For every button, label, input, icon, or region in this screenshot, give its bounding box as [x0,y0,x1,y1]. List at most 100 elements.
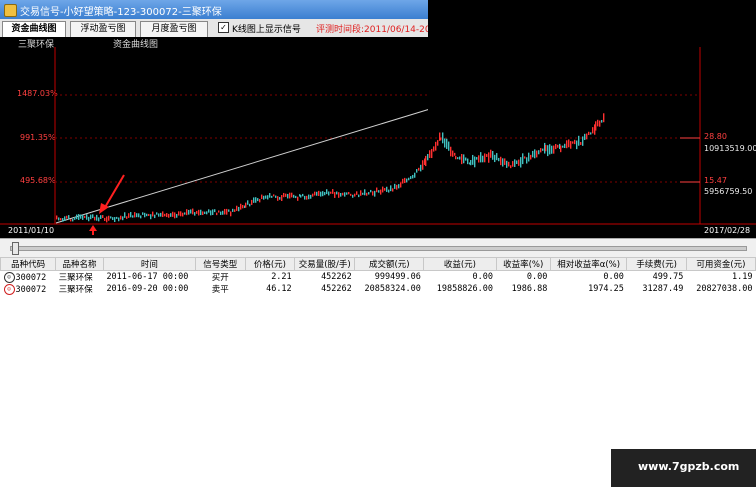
cell-cash: 20827038.00 [696,284,753,294]
candle [496,153,498,161]
col-header[interactable]: 收益(元) [423,257,497,271]
candle [176,213,178,218]
col-header[interactable]: 手续费(元) [626,257,687,271]
candle [422,160,424,170]
candle [420,164,422,172]
candle [484,153,486,163]
cell-alpha: 0.00 [603,272,624,282]
horizontal-scrollbar[interactable] [0,238,756,257]
candle [150,214,152,220]
candle [551,145,553,154]
col-header[interactable]: 成交额(元) [354,257,425,271]
cell-price: 46.12 [266,284,292,294]
candle [592,127,594,134]
candle [164,213,166,217]
col-header[interactable]: 价格(元) [244,257,296,271]
candle [455,156,457,160]
candle [370,189,372,193]
candle [332,189,334,194]
candle [304,195,306,200]
candle [162,211,164,218]
candle [590,132,592,135]
candle [490,149,492,158]
candle [130,211,132,218]
candle [267,195,269,200]
col-header[interactable]: 相对收益率α(%) [549,257,628,271]
candle [251,199,253,205]
candle [132,215,134,218]
candle [188,209,190,215]
candle [300,195,302,198]
candle [240,203,242,210]
candle [96,214,98,221]
col-header[interactable]: 品种代码 [0,257,57,271]
col-header[interactable]: 交易量(股/手) [294,257,356,271]
candle [467,158,469,165]
candle [402,178,404,184]
tab-monthly-pnl[interactable]: 月度盈亏图 [140,21,208,37]
candle [92,214,94,219]
candle [320,191,322,197]
candle [549,144,551,155]
candle [526,157,528,164]
candle [206,211,208,215]
candle [366,192,368,196]
tab-floating-pnl[interactable]: 浮动盈亏图 [70,21,136,37]
candle [344,192,346,197]
candle [60,218,62,221]
candle [348,191,350,195]
candle [465,157,467,161]
candle [524,156,526,159]
happy-face-icon: ☺ [3,283,15,295]
cell-fee: 31287.49 [642,284,684,294]
candle [108,215,110,221]
cell-code: 300072 [15,272,47,283]
candle [275,195,277,198]
candle [360,190,362,196]
candle [555,143,557,150]
candle [416,169,418,173]
table-row[interactable]: ☺ 300072 三聚环保 2016-09-20 00:00 卖平 46.12 4… [1,283,756,295]
candle [285,193,287,197]
neutral-face-icon: ☺ [3,271,15,283]
candle [542,148,544,151]
candle [412,174,414,179]
candle [212,209,214,216]
candle [502,158,504,167]
col-header[interactable]: 品种名称 [55,257,104,271]
candle [208,209,210,213]
candle [392,188,394,192]
table-row[interactable]: ☺ 300072 三聚环保 2011-06-17 00:00 买开 2.21 45… [1,271,756,283]
candle [312,193,314,197]
tab-equity-curve[interactable]: 资金曲线图 [2,21,66,37]
candle [536,150,538,158]
cell-signal: 卖平 [211,285,229,295]
candle [216,212,218,216]
scroll-track[interactable] [10,246,747,251]
candle [582,136,584,146]
candle [427,153,429,161]
candle [166,213,168,218]
candle [406,178,408,183]
candle [457,157,459,160]
candle [293,194,295,198]
candle [376,187,378,193]
candle [234,209,236,212]
candle [158,213,160,217]
cell-name: 三聚环保 [58,285,93,295]
candle [80,214,82,219]
col-header[interactable]: 信号类型 [194,257,246,271]
col-header[interactable]: 时间 [102,257,196,271]
kline-signal-checkbox[interactable]: ✓ [218,22,229,33]
candle [400,182,402,188]
candle [461,154,463,165]
scroll-thumb[interactable] [12,242,19,255]
candle [172,211,174,217]
cell-volume: 452262 [321,272,352,282]
candle [572,141,574,144]
col-header[interactable]: 可用资金(元) [685,257,756,271]
candle [498,157,500,162]
candle [540,148,542,153]
candle [102,215,104,219]
col-header[interactable]: 收益率(%) [495,257,551,271]
